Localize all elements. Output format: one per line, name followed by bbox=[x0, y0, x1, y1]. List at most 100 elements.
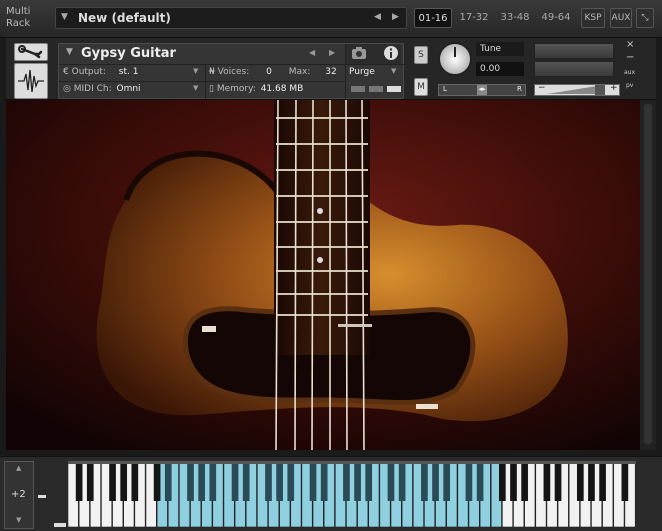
divider bbox=[205, 65, 206, 99]
info-icon[interactable] bbox=[383, 45, 399, 64]
volume-minus-icon[interactable]: − bbox=[538, 83, 546, 93]
black-key[interactable] bbox=[164, 461, 172, 501]
black-key[interactable] bbox=[365, 461, 373, 501]
black-key[interactable] bbox=[599, 461, 606, 501]
rack-scrollbar[interactable] bbox=[640, 100, 656, 450]
black-key[interactable] bbox=[309, 461, 317, 501]
octave-value: +2 bbox=[11, 489, 26, 500]
aux-sends-button[interactable]: aux bbox=[624, 69, 635, 76]
tune-value[interactable]: 0.00 bbox=[476, 62, 524, 76]
volume-handle[interactable] bbox=[595, 85, 605, 95]
black-key[interactable] bbox=[576, 461, 584, 501]
voices-value: 0 bbox=[266, 67, 272, 77]
wrench-button[interactable] bbox=[14, 43, 48, 61]
black-key[interactable] bbox=[421, 461, 428, 501]
preset-prev-icon[interactable]: ◀ bbox=[374, 12, 381, 22]
black-key[interactable] bbox=[209, 461, 217, 501]
black-key[interactable] bbox=[476, 461, 484, 501]
black-key[interactable] bbox=[242, 461, 250, 501]
black-key[interactable] bbox=[120, 461, 128, 501]
midi-channel-selector[interactable]: ◎ MIDI Ch: Omni ▼ bbox=[63, 84, 203, 94]
black-key[interactable] bbox=[588, 461, 595, 501]
keyboard-panel: ▲ +2 ▼ bbox=[0, 456, 662, 531]
black-key[interactable] bbox=[554, 461, 562, 501]
volume-plus-icon[interactable]: + bbox=[610, 83, 618, 93]
pan-handle[interactable]: ◂▸ bbox=[477, 85, 487, 95]
black-key[interactable] bbox=[354, 461, 361, 501]
black-key[interactable] bbox=[621, 461, 629, 501]
black-key[interactable] bbox=[86, 461, 94, 501]
black-key[interactable] bbox=[320, 461, 328, 501]
pitch-wheel-marker[interactable] bbox=[38, 495, 46, 498]
pv-button[interactable]: pv bbox=[626, 82, 633, 89]
black-key[interactable] bbox=[343, 461, 350, 501]
black-key[interactable] bbox=[387, 461, 395, 501]
rack-title-line2: Rack bbox=[6, 18, 31, 29]
octave-control: ▲ +2 ▼ bbox=[4, 461, 34, 529]
preset-selector[interactable]: ▼ New (default) ◀ ▶ bbox=[55, 7, 407, 29]
close-instrument-icon[interactable]: × bbox=[626, 39, 634, 50]
purge-label: Purge bbox=[349, 67, 375, 77]
octave-down-icon[interactable]: ▼ bbox=[16, 516, 21, 524]
black-key[interactable] bbox=[187, 461, 194, 501]
tab-17-32[interactable]: 17-32 bbox=[455, 8, 493, 28]
tune-knob[interactable] bbox=[438, 42, 472, 76]
tab-49-64[interactable]: 49-64 bbox=[537, 8, 575, 28]
waveform-icon bbox=[18, 69, 44, 93]
black-key[interactable] bbox=[543, 461, 551, 501]
virtual-keyboard[interactable] bbox=[68, 461, 636, 531]
black-key[interactable] bbox=[398, 461, 406, 501]
divider bbox=[59, 81, 345, 82]
black-key[interactable] bbox=[265, 461, 272, 501]
black-key[interactable] bbox=[287, 461, 295, 501]
ksp-button[interactable]: KSP bbox=[581, 8, 605, 28]
instrument-header: ▼ Gypsy Guitar ◀ ▶ € Output: st. 1 ▼ ₦ V… bbox=[6, 38, 656, 100]
memory-label: Memory: bbox=[216, 84, 256, 94]
instrument-menu-arrow-icon[interactable]: ▼ bbox=[66, 47, 73, 57]
memory-readout: ▯ Memory: 41.68 MB bbox=[209, 84, 339, 94]
instrument-next-icon[interactable]: ▶ bbox=[329, 48, 335, 57]
instrument-prev-icon[interactable]: ◀ bbox=[309, 48, 315, 57]
black-key[interactable] bbox=[499, 461, 506, 501]
pan-slider[interactable]: L ◂▸ R bbox=[438, 84, 526, 96]
tab-33-48[interactable]: 33-48 bbox=[496, 8, 534, 28]
black-key[interactable] bbox=[465, 461, 473, 501]
aux-button[interactable]: AUX bbox=[610, 8, 632, 28]
mod-wheel-marker[interactable] bbox=[54, 523, 66, 527]
solo-button[interactable]: S bbox=[414, 46, 428, 64]
black-key[interactable] bbox=[443, 461, 451, 501]
output-label: Output: bbox=[71, 67, 106, 77]
scrollbar-track[interactable] bbox=[644, 104, 652, 444]
purge-menu[interactable]: Purge ▼ bbox=[349, 67, 401, 77]
info-view-button[interactable] bbox=[14, 63, 48, 99]
instrument-name[interactable]: Gypsy Guitar bbox=[81, 46, 176, 61]
volume-slider[interactable]: − + bbox=[534, 83, 620, 96]
black-key[interactable] bbox=[432, 461, 439, 501]
divider bbox=[59, 64, 405, 65]
purge-meter-segment bbox=[369, 86, 383, 92]
max-voices-value[interactable]: 32 bbox=[325, 67, 336, 77]
preset-next-icon[interactable]: ▶ bbox=[392, 12, 399, 22]
volume-ramp bbox=[547, 86, 597, 94]
output-selector[interactable]: € Output: st. 1 ▼ bbox=[63, 67, 203, 77]
tab-01-16[interactable]: 01-16 bbox=[414, 8, 452, 28]
snapshot-camera-icon[interactable] bbox=[351, 46, 367, 63]
voices-icon: ₦ bbox=[209, 67, 215, 77]
preset-menu-arrow-icon[interactable]: ▼ bbox=[61, 12, 68, 22]
black-key[interactable] bbox=[510, 461, 517, 501]
output-dropdown-icon: ▼ bbox=[193, 67, 199, 75]
black-key[interactable] bbox=[521, 461, 528, 501]
preset-name: New (default) bbox=[78, 11, 171, 25]
collapse-rack-button[interactable]: ⤡ bbox=[636, 8, 654, 28]
black-key[interactable] bbox=[276, 461, 283, 501]
black-key[interactable] bbox=[153, 461, 161, 501]
octave-up-icon[interactable]: ▲ bbox=[16, 464, 21, 472]
black-key[interactable] bbox=[109, 461, 116, 501]
minimize-instrument-icon[interactable]: − bbox=[626, 52, 634, 63]
black-key[interactable] bbox=[231, 461, 239, 501]
black-key[interactable] bbox=[75, 461, 83, 501]
black-key[interactable] bbox=[131, 461, 139, 501]
mute-button[interactable]: M bbox=[414, 78, 428, 96]
black-key[interactable] bbox=[198, 461, 205, 501]
memory-icon: ▯ bbox=[209, 84, 214, 94]
